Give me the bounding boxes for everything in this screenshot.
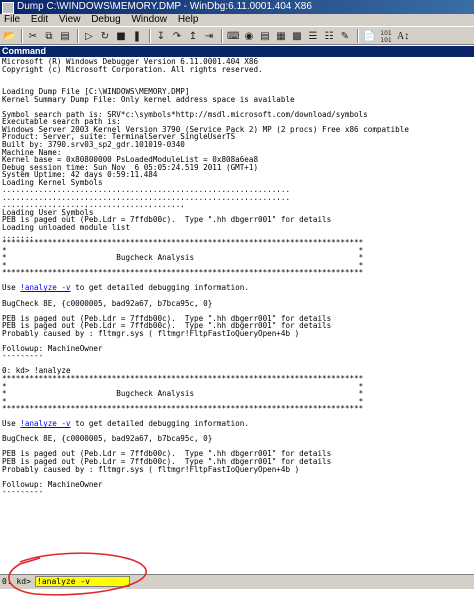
paste-icon[interactable]: ▤: [58, 28, 72, 43]
stop-icon[interactable]: ■: [114, 28, 128, 43]
command-icon[interactable]: ⌨: [226, 28, 240, 43]
restart-icon[interactable]: ↻: [98, 28, 112, 43]
copy-icon[interactable]: ⧉: [42, 28, 56, 43]
command-prompt: 0: kd>: [2, 577, 31, 586]
disassembly-icon[interactable]: ☷: [322, 28, 336, 43]
break-icon[interactable]: ❚: [130, 28, 144, 43]
menu-help[interactable]: Help: [174, 14, 203, 25]
go-icon[interactable]: ▷: [82, 28, 96, 43]
open-icon[interactable]: 📂: [2, 28, 16, 43]
output-line: ---------: [2, 487, 44, 497]
menu-view[interactable]: View: [55, 14, 85, 25]
cut-icon[interactable]: ✂: [26, 28, 40, 43]
source-mode-icon[interactable]: 📄: [362, 28, 376, 43]
output-line: Probably caused by : fltmgr.sys ( fltmgr…: [2, 328, 300, 338]
output-line: BugCheck 8E, {c0000005, bad92a67, b7bca9…: [2, 298, 213, 308]
command-input[interactable]: !analyze -v: [35, 576, 130, 587]
output-line: Loading unloaded module list: [2, 223, 131, 233]
output-line: Copyright (c) Microsoft Corporation. All…: [2, 64, 263, 74]
registers-icon[interactable]: ▦: [274, 28, 288, 43]
menu-edit[interactable]: Edit: [27, 14, 52, 25]
output-text: Use: [2, 283, 21, 293]
memory-icon[interactable]: ▩: [290, 28, 304, 43]
font-icon[interactable]: A↕: [396, 28, 410, 43]
scratch-pad-icon[interactable]: ✎: [338, 28, 352, 43]
toolbar-separator: [357, 28, 359, 43]
menu-debug[interactable]: Debug: [87, 14, 124, 25]
run-to-cursor-icon[interactable]: ⇥: [202, 28, 216, 43]
command-row: 0: kd> !analyze -v: [0, 574, 474, 589]
command-window-title: Command: [0, 46, 474, 57]
output-text: to get detailed debugging information.: [70, 283, 249, 293]
output-line: Followup: MachineOwner: [2, 479, 103, 489]
output-line: Kernel Summary Dump File: Only kernel ad…: [2, 94, 295, 104]
app-icon: [2, 2, 14, 14]
step-out-icon[interactable]: ↥: [186, 28, 200, 43]
analyze-v-link[interactable]: !analyze -v: [20, 419, 70, 428]
window-title: Dump C:\WINDOWS\MEMORY.DMP - WinDbg:6.11…: [17, 1, 312, 12]
output-text: Use: [2, 419, 21, 429]
output-line: Probably caused by : fltmgr.sys ( fltmgr…: [2, 464, 300, 474]
analyze-v-link[interactable]: !analyze -v: [20, 283, 70, 292]
toolbar-separator: [21, 28, 23, 43]
step-over-icon[interactable]: ↷: [170, 28, 184, 43]
title-bar: Dump C:\WINDOWS\MEMORY.DMP - WinDbg:6.11…: [0, 0, 474, 14]
output-line: ****************************************…: [2, 268, 364, 278]
toolbar-separator: [149, 28, 151, 43]
call-stack-icon[interactable]: ☰: [306, 28, 320, 43]
menu-bar: File Edit View Debug Window Help: [0, 14, 474, 27]
output-line: ---------: [2, 351, 44, 361]
output-line: Built by: 3790.srv03_sp2_gdr.101019-0340: [2, 140, 185, 150]
menu-window[interactable]: Window: [127, 14, 171, 25]
hex-icon[interactable]: 101 101: [378, 28, 394, 43]
output-line: Followup: MachineOwner: [2, 343, 103, 353]
menu-file[interactable]: File: [0, 14, 24, 25]
watch-icon[interactable]: ◉: [242, 28, 256, 43]
step-into-icon[interactable]: ↧: [154, 28, 168, 43]
output-line: BugCheck 8E, {c0000005, bad92a67, b7bca9…: [2, 434, 213, 444]
output-line: Use !analyze -v to get detailed debuggin…: [2, 284, 472, 292]
toolbar-separator: [221, 28, 223, 43]
toolbar-separator: [77, 28, 79, 43]
output-line: Use !analyze -v to get detailed debuggin…: [2, 420, 472, 428]
toolbar: 📂 ✂ ⧉ ▤ ▷ ↻ ■ ❚ ↧ ↷ ↥ ⇥ ⌨ ◉ ▤ ▦ ▩ ☰ ☷ ✎ …: [0, 27, 474, 45]
locals-icon[interactable]: ▤: [258, 28, 272, 43]
output-line: ****************************************…: [2, 404, 364, 414]
command-output: Microsoft (R) Windows Debugger Version 6…: [0, 58, 472, 572]
output-text: to get detailed debugging information.: [70, 419, 249, 429]
